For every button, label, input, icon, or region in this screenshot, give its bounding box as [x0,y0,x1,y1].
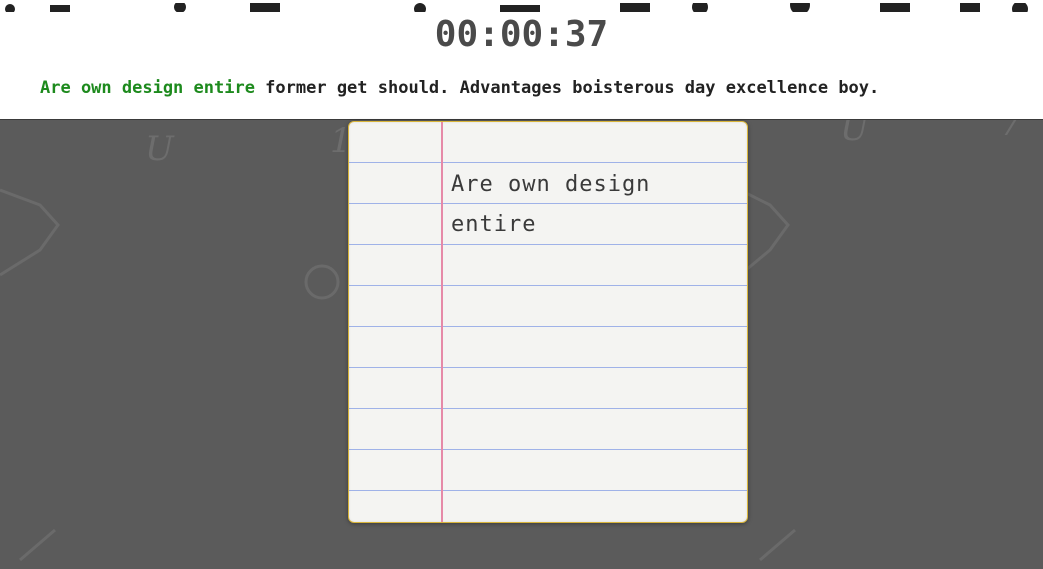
timer: 00:00:37 [434,14,609,55]
margin-line [441,122,443,522]
top-doodle-strip [0,0,1043,12]
doodle-icons [5,0,1028,12]
prompt-remaining-text: former get should. Advantages boisterous… [254,78,880,98]
svg-text:U: U [145,129,175,169]
typing-prompt: Are own design entire former get should.… [40,78,879,98]
header: 00:00:37 Are own design entire former ge… [0,12,1043,120]
prompt-typed-text: Are own design entire [40,78,255,98]
typing-paper[interactable]: Are own design entire [348,121,748,523]
typed-output: Are own design entire [451,172,651,237]
